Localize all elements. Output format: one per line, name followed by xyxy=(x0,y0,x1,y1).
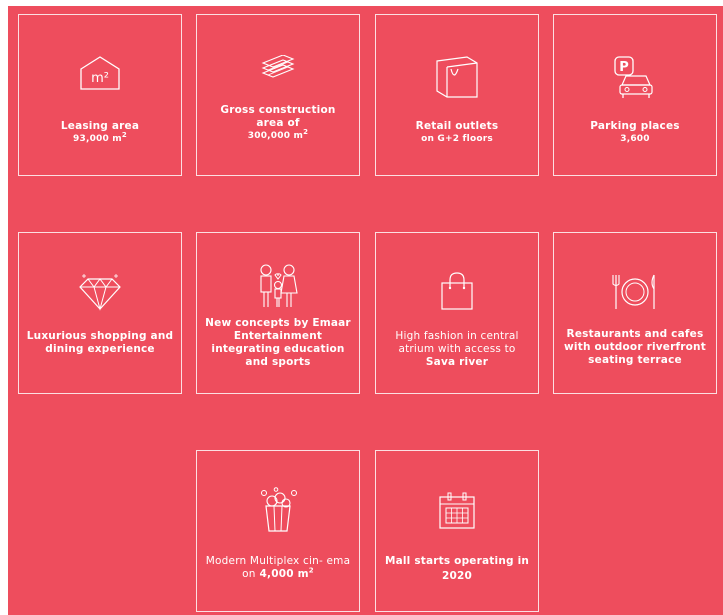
card-value: 2020 xyxy=(441,570,473,582)
card-text: Leasing area 93,000 m2 xyxy=(25,120,175,146)
card-description: High fashion in central atrium with acce… xyxy=(395,330,519,355)
shopping-bag-icon xyxy=(376,55,538,99)
card-label: area of xyxy=(256,117,300,129)
popcorn-icon xyxy=(197,487,359,533)
card-text: Gross construction area of 300,000 m2 xyxy=(203,104,353,143)
card-luxurious-shopping: Luxurious shopping and dining experience xyxy=(18,232,182,394)
features-panel: m² Leasing area 93,000 m2 Gross construc… xyxy=(8,6,723,615)
card-text: Restaurants and cafes with outdoor river… xyxy=(564,328,706,366)
card-text: Mall starts operating in 2020 xyxy=(382,555,532,583)
card-label: Gross construction xyxy=(220,104,336,116)
card-label: Leasing area xyxy=(60,120,140,132)
card-text: Modern Multiplex cin- ema on 4,000 m2 xyxy=(203,555,353,581)
calendar-icon xyxy=(376,491,538,531)
card-value: 300,000 m2 xyxy=(247,128,309,142)
card-label: Parking places xyxy=(590,120,680,132)
card-highlight: Sava river xyxy=(425,356,489,368)
card-retail-outlets: Retail outlets on G+2 floors xyxy=(375,14,539,176)
area-icon: m² xyxy=(19,55,181,91)
family-icon xyxy=(197,263,359,309)
card-mall-opening: Mall starts operating in 2020 xyxy=(375,450,539,612)
card-text: Retail outlets on G+2 floors xyxy=(382,120,532,146)
card-restaurants: Restaurants and cafes with outdoor river… xyxy=(553,232,717,394)
card-multiplex: Modern Multiplex cin- ema on 4,000 m2 xyxy=(196,450,360,612)
card-label: Mall starts operating in xyxy=(384,555,530,567)
svg-text:m²: m² xyxy=(91,71,109,86)
card-new-concepts: New concepts by Emaar Entertainment inte… xyxy=(196,232,360,394)
layers-icon xyxy=(197,55,359,83)
card-gross-construction: Gross construction area of 300,000 m2 xyxy=(196,14,360,176)
bag-icon xyxy=(376,271,538,311)
card-highlight: 4,000 m xyxy=(259,568,309,580)
diamond-icon xyxy=(19,273,181,311)
card-text: Luxurious shopping and dining experience xyxy=(26,330,174,355)
card-text: Parking places 3,600 xyxy=(560,120,710,146)
card-text: High fashion in central atrium with acce… xyxy=(382,330,532,369)
card-leasing-area: m² Leasing area 93,000 m2 xyxy=(18,14,182,176)
card-unit: 2 xyxy=(308,566,314,575)
card-label: Retail outlets xyxy=(415,120,499,132)
card-text: New concepts by Emaar Entertainment inte… xyxy=(205,317,351,368)
card-value: 93,000 m2 xyxy=(73,131,127,145)
card-parking: P Parking places 3,600 xyxy=(553,14,717,176)
card-value: on G+2 floors xyxy=(421,134,493,144)
svg-text:P: P xyxy=(619,60,629,75)
dining-icon xyxy=(554,273,716,311)
parking-icon: P xyxy=(554,55,716,99)
card-value: 3,600 xyxy=(620,134,650,144)
card-high-fashion: High fashion in central atrium with acce… xyxy=(375,232,539,394)
